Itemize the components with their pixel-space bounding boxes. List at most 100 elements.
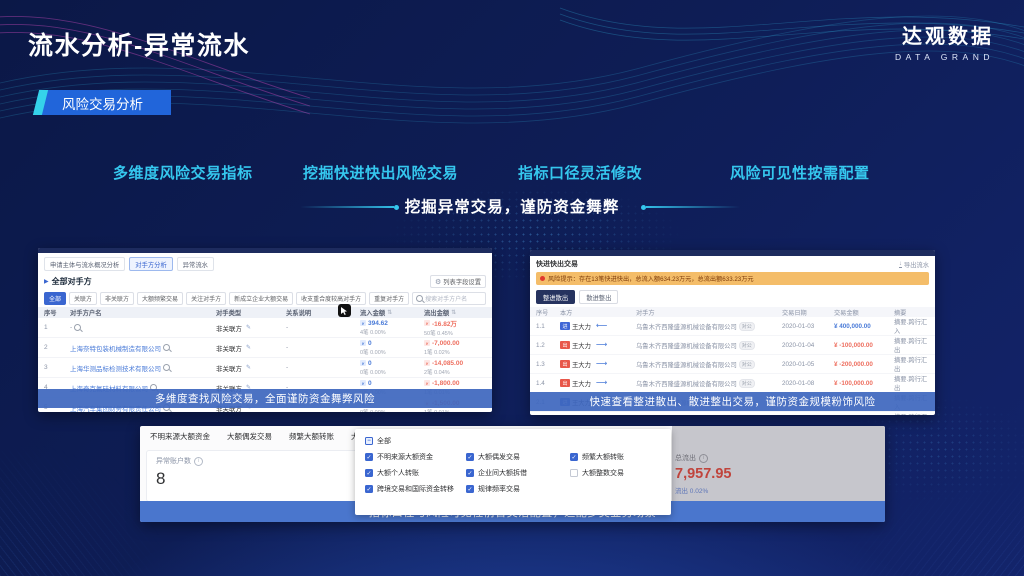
option-item[interactable]: 跨境交易和国际资金转移	[365, 484, 462, 494]
search-icon	[416, 295, 423, 302]
option-item[interactable]: 不明来源大额资金	[365, 452, 462, 462]
option-item[interactable]: 大额整数交易	[570, 468, 661, 478]
checkbox[interactable]	[466, 469, 474, 477]
filter-unrelated[interactable]: 非关联方	[100, 292, 134, 305]
inflow-icon: ¥	[360, 360, 366, 366]
corporate-badge: 对公	[739, 341, 755, 350]
checkbox-indeterminate[interactable]	[365, 437, 373, 445]
table-row[interactable]: 2 上海奈特包装机械制造有限公司 非关联方✎ - ¥00笔 0.00% ¥-7,…	[38, 338, 492, 358]
alert-dot-icon	[540, 276, 545, 281]
counterparty-link[interactable]: 上海奈特包装机械制造有限公司	[70, 343, 161, 353]
outflow-icon: ¥	[424, 340, 430, 346]
tab-bar: 申请主体与流水概况分析 对手方分析 异常流水	[38, 253, 492, 273]
filter-large-frequent[interactable]: 大额频繁交易	[137, 292, 183, 305]
option-item[interactable]: 大额个人转账	[365, 468, 462, 478]
toggle-scatter-in-whole-out[interactable]: 散进整出	[579, 290, 618, 304]
edit-icon[interactable]: ✎	[246, 344, 251, 351]
counterparty-link[interactable]: 上海华测品标检测技术有限公司	[70, 363, 161, 373]
risk-alert-banner: 风险提示：存在13笔快进快出，总流入额634.23万元，总流出额633.23万元	[536, 272, 929, 285]
option-item[interactable]: 频繁大额转账	[570, 452, 661, 462]
direction-badge: 出	[560, 379, 570, 387]
feature-label-4: 风险可见性按需配置	[730, 162, 870, 183]
gear-icon: ⚙	[435, 278, 441, 286]
info-icon[interactable]: i	[699, 454, 708, 463]
option-all[interactable]: 全部	[365, 436, 661, 446]
search-icon[interactable]	[163, 364, 170, 371]
edit-icon[interactable]: ✎	[246, 364, 251, 371]
table-row[interactable]: 2.2 出王大力 乌鲁木齐西隆盛源机械设备有限公司对公 2020-01-14 ¥…	[530, 412, 935, 415]
outflow-icon: ¥	[424, 320, 430, 326]
inflow-icon: ¥	[360, 340, 366, 346]
table-row[interactable]: 1.3 出王大力 乌鲁木齐西隆盛源机械设备有限公司对公 2020-01-05 ¥…	[530, 355, 935, 374]
sort-icon[interactable]: ⇅	[387, 309, 392, 316]
feature-label-2: 挖掘快进快出风险交易	[303, 162, 458, 183]
section-title: 全部对手方	[52, 276, 92, 287]
toggle-whole-in-scatter-out[interactable]: 整进散出	[536, 290, 575, 304]
checkbox[interactable]	[365, 469, 373, 477]
brand-logo-cn: 达观数据	[895, 20, 994, 49]
option-item[interactable]: 规律频率交易	[466, 484, 566, 494]
search-icon[interactable]	[74, 324, 81, 331]
slide: 流水分析-异常流水 达观数据 DATA GRAND 风险交易分析 多维度风险交易…	[0, 0, 1024, 576]
total-outflow-stat: 总流出i 7,957.95 流出 0.02%	[675, 453, 731, 495]
option-item[interactable]: 大额偶发交易	[466, 452, 566, 462]
checkbox[interactable]	[570, 469, 578, 477]
connector-line-right	[646, 206, 740, 208]
flow-arrow-icon	[596, 380, 607, 386]
brand-logo: 达观数据 DATA GRAND	[895, 20, 994, 62]
option-item[interactable]: 企业间大额拆借	[466, 468, 566, 478]
filter-related[interactable]: 关联方	[69, 292, 97, 305]
inflow-icon: ¥	[360, 320, 366, 326]
table-row[interactable]: 1.1 进王大力 乌鲁木齐西隆盛源机械设备有限公司对公 2020-01-03 ¥…	[530, 317, 935, 336]
flow-arrow-icon	[596, 342, 607, 348]
filter-new-company-large[interactable]: 新成立企业大额交易	[229, 292, 293, 305]
total-outflow-sub: 流出 0.02%	[675, 485, 731, 495]
tab-fast-in-out[interactable]: 快进快出交易	[536, 259, 578, 269]
brand-logo-en: DATA GRAND	[895, 52, 994, 62]
search-input[interactable]: 搜索对手方户名	[412, 292, 486, 305]
table-header: 序号 对手方户名 对手类型 关系说明 流入金额⇅ 流出金额⇅	[38, 307, 492, 318]
checkbox[interactable]	[466, 453, 474, 461]
filter-all[interactable]: 全部	[44, 292, 66, 305]
tab-counterparty-analysis[interactable]: 对手方分析	[129, 257, 172, 271]
column-settings-button[interactable]: ⚙ 列表字段设置	[430, 275, 486, 288]
right-caption: 快速查看整进散出、散进整出交易，谨防资金规模粉饰风险	[530, 392, 935, 411]
filter-overlap[interactable]: 收支重合度较高对手方	[296, 292, 366, 305]
checkbox[interactable]	[570, 453, 578, 461]
direction-badge: 进	[560, 322, 570, 330]
checkbox[interactable]	[365, 453, 373, 461]
checkbox[interactable]	[365, 485, 373, 493]
checkbox[interactable]	[466, 485, 474, 493]
table-row[interactable]: 3 上海华测品标检测技术有限公司 非关联方✎ - ¥00笔 0.00% ¥-14…	[38, 358, 492, 378]
direction-badge: 出	[560, 360, 570, 368]
cursor-icon	[338, 304, 351, 317]
filter-duplicate[interactable]: 重复对手方	[369, 292, 409, 305]
edit-icon[interactable]: ✎	[246, 324, 251, 331]
table-row[interactable]: 1 - 非关联方✎ - ¥394.624笔 0.00% ¥-16.82万50笔 …	[38, 318, 492, 338]
hatch-decoration	[0, 446, 160, 576]
tab-frequent-large-transfer[interactable]: 频繁大额转账	[289, 431, 334, 442]
tab-abnormal-flow[interactable]: 异常流水	[177, 257, 214, 271]
page-title: 流水分析-异常流水	[28, 26, 250, 62]
feature-label-3: 指标口径灵活修改	[518, 162, 642, 183]
info-icon[interactable]: i	[194, 457, 203, 466]
table-row[interactable]: 1.4 出王大力 乌鲁木齐西隆盛源机械设备有限公司对公 2020-01-08 ¥…	[530, 374, 935, 393]
filter-pill-row: 全部 关联方 非关联方 大额频繁交易 关注对手方 新成立企业大额交易 收支重合度…	[38, 290, 492, 307]
filter-watched[interactable]: 关注对手方	[186, 292, 226, 305]
section-title-row: ▶ 全部对手方	[44, 276, 92, 287]
tab-occasional-large[interactable]: 大额偶发交易	[227, 431, 272, 442]
sort-icon[interactable]: ⇅	[451, 309, 456, 316]
corporate-badge: 对公	[739, 379, 755, 388]
download-icon: ↓	[899, 261, 902, 268]
flow-arrow-icon	[596, 323, 607, 329]
export-button[interactable]: ↓ 导出流水	[899, 260, 929, 269]
tab-subject-flow-analysis[interactable]: 申请主体与流水概况分析	[44, 257, 125, 271]
indicator-dropdown-panel: 全部 不明来源大额资金 大额偶发交易 频繁大额转账 大额个人转账 企业间大额拆借…	[355, 429, 671, 515]
abnormal-accounts-value: 8	[156, 469, 203, 489]
outflow-icon: ¥	[424, 360, 430, 366]
search-icon[interactable]	[163, 344, 170, 351]
tab-unknown-source-funds[interactable]: 不明来源大额资金	[150, 431, 210, 442]
caret-icon[interactable]: ▶	[44, 278, 49, 285]
table-row[interactable]: 1.2 出王大力 乌鲁木齐西隆盛源机械设备有限公司对公 2020-01-04 ¥…	[530, 336, 935, 355]
counterparty-analysis-screenshot: 申请主体与流水概况分析 对手方分析 异常流水 ▶ 全部对手方 ⚙ 列表字段设置 …	[38, 248, 492, 412]
